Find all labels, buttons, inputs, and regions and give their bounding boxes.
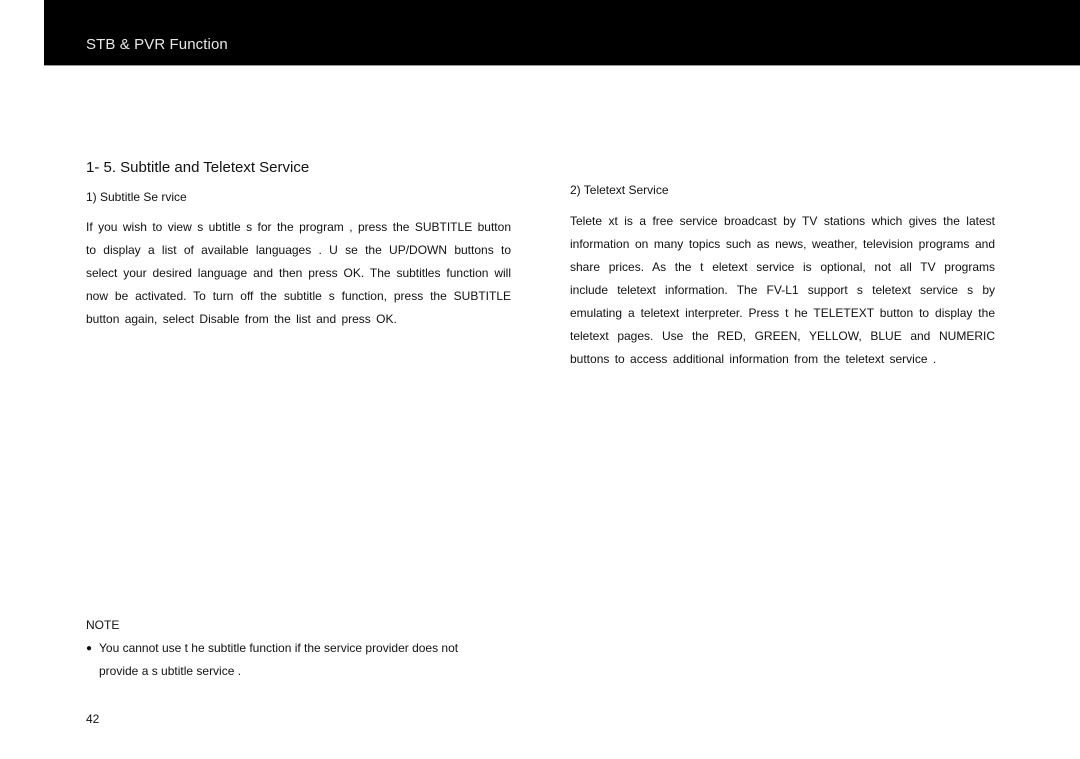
- page-number: 42: [86, 712, 100, 726]
- teletext-service-body: Telete xt is a free service broadcast by…: [570, 214, 995, 366]
- header-title: STB & PVR Function: [86, 36, 228, 53]
- note-text: You cannot use t he subtitle function if…: [99, 641, 459, 678]
- section-title: 1- 5. Subtitle and Teletext Service: [86, 159, 310, 176]
- note-list-item: ● You cannot use t he subtitle function …: [86, 637, 496, 683]
- page-header-bar: STB & PVR Function: [44, 0, 1080, 66]
- subtitle-service-body: If you wish to view s ubtitle s for the …: [86, 220, 511, 326]
- note-label: NOTE: [86, 618, 120, 632]
- subtitle-service-heading: 1) Subtitle Se rvice: [86, 190, 187, 204]
- teletext-service-heading: 2) Teletext Service: [570, 183, 669, 197]
- bullet-icon: ●: [86, 643, 93, 654]
